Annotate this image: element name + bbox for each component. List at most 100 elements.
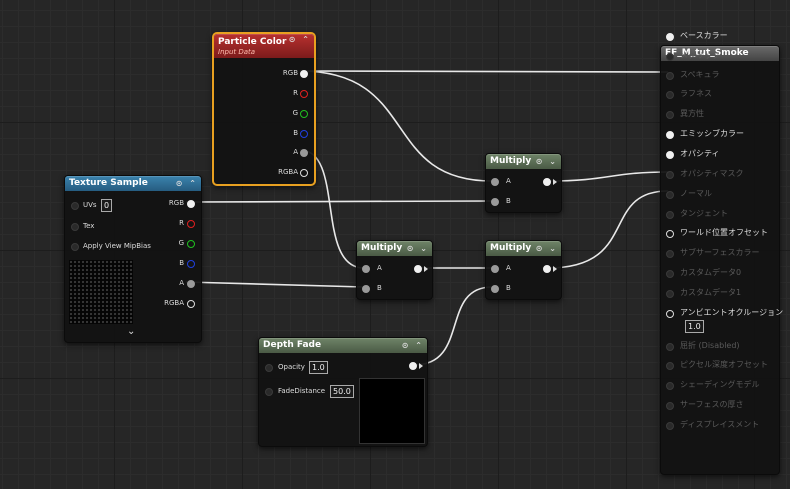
output-pin-g[interactable] xyxy=(300,110,308,118)
output-pin-rgba[interactable] xyxy=(300,169,308,177)
result-input-pin[interactable] xyxy=(666,250,674,258)
input-label: B xyxy=(506,197,511,205)
node-header-buttons[interactable]: ⊙ ⌄ xyxy=(407,241,429,256)
chevron-down-icon[interactable]: ⌄ xyxy=(127,326,135,337)
output-pin[interactable] xyxy=(543,265,551,273)
result-input-label: 異方性 xyxy=(680,109,704,118)
output-pin-rgb[interactable] xyxy=(300,70,308,78)
multiply-header[interactable]: Multiply ⊙ ⌄ xyxy=(486,241,561,256)
result-header[interactable]: EF_M_tut_Smoke xyxy=(661,46,779,61)
input-pin-fade-distance[interactable] xyxy=(265,388,273,396)
depth-fade-node[interactable]: Depth Fade ⊙ ⌃ Opacity 1.0 FadeDistance … xyxy=(258,337,428,447)
multiply-node-3[interactable]: Multiply ⊙ ⌄ A B xyxy=(485,240,562,300)
result-input-pin[interactable] xyxy=(666,230,674,238)
input-pin-a[interactable] xyxy=(491,178,499,186)
input-pin-uvs[interactable] xyxy=(71,202,79,210)
input-pin-opacity[interactable] xyxy=(265,364,273,372)
input-label: A xyxy=(506,264,511,272)
node-title: Multiply xyxy=(490,243,532,253)
fade-distance-value-box[interactable]: 50.0 xyxy=(330,385,354,398)
result-input-pin[interactable] xyxy=(666,402,674,410)
result-input-pin[interactable] xyxy=(666,91,674,99)
multiply-header[interactable]: Multiply ⊙ ⌄ xyxy=(486,154,561,169)
output-pin-r[interactable] xyxy=(187,220,195,228)
result-input-label: エミッシブカラー xyxy=(680,129,744,138)
result-input-pin[interactable] xyxy=(666,270,674,278)
result-input-pin[interactable] xyxy=(666,171,674,179)
node-subtitle: Input Data xyxy=(218,48,256,56)
result-input-pin[interactable] xyxy=(666,33,674,41)
result-input-label: オパシティ xyxy=(680,149,720,158)
texture-sample-header[interactable]: Texture Sample ⊙ ⌃ xyxy=(65,176,201,191)
result-input-label: ベースカラー xyxy=(680,31,728,40)
result-input-label: タンジェント xyxy=(680,209,728,218)
result-input-pin[interactable] xyxy=(666,343,674,351)
output-pin-a[interactable] xyxy=(187,280,195,288)
opacity-value-box[interactable]: 1.0 xyxy=(309,361,328,374)
output-pin-rgba[interactable] xyxy=(187,300,195,308)
output-pin-r[interactable] xyxy=(300,90,308,98)
depth-fade-header[interactable]: Depth Fade ⊙ ⌃ xyxy=(259,338,427,353)
wire-tex-a-to-multiply2-b xyxy=(185,281,365,288)
result-input-pin[interactable] xyxy=(666,53,674,61)
output-pin[interactable] xyxy=(543,178,551,186)
output-pin-b[interactable] xyxy=(300,130,308,138)
node-title: Particle Color xyxy=(218,37,287,47)
wire-tex-rgb-to-multiply1-b xyxy=(185,200,493,203)
output-pin[interactable] xyxy=(409,362,417,370)
output-label: G xyxy=(178,239,184,247)
node-header-buttons[interactable]: ⊙ ⌄ xyxy=(536,154,558,169)
particle-color-header[interactable]: Particle Color Input Data ⊙ ⌃ xyxy=(214,34,314,58)
multiply-node-2[interactable]: Multiply ⊙ ⌄ A B xyxy=(356,240,433,300)
result-input-pin[interactable] xyxy=(666,211,674,219)
result-input-pin[interactable] xyxy=(666,382,674,390)
result-input-label: 屈折 (Disabled) xyxy=(680,341,740,350)
input-pin-a[interactable] xyxy=(362,265,370,273)
result-input-pin[interactable] xyxy=(666,151,674,159)
wire-pc-rgb-to-multiply1-a xyxy=(299,70,493,182)
wire-multiply1-to-emissive xyxy=(547,171,669,182)
output-pin[interactable] xyxy=(414,265,422,273)
uvs-value-box[interactable]: 0 xyxy=(101,199,113,212)
output-arrow-icon xyxy=(424,266,428,272)
output-pin-g[interactable] xyxy=(187,240,195,248)
input-pin-a[interactable] xyxy=(491,265,499,273)
result-input-pin[interactable] xyxy=(666,72,674,80)
input-pin-mipbias[interactable] xyxy=(71,243,79,251)
result-input-label: ノーマル xyxy=(680,189,712,198)
input-pin-b[interactable] xyxy=(491,285,499,293)
result-input-pin[interactable] xyxy=(666,191,674,199)
node-header-buttons[interactable]: ⊙ ⌃ xyxy=(176,176,198,191)
node-title: Multiply xyxy=(490,156,532,166)
result-input-pin[interactable] xyxy=(666,362,674,370)
output-pin-rgb[interactable] xyxy=(187,200,195,208)
ambient-occlusion-value-box[interactable]: 1.0 xyxy=(685,320,704,333)
node-title: Multiply xyxy=(361,243,403,253)
multiply-node-1[interactable]: Multiply ⊙ ⌄ A B xyxy=(485,153,562,213)
output-label: R xyxy=(293,89,298,97)
input-pin-b[interactable] xyxy=(362,285,370,293)
multiply-header[interactable]: Multiply ⊙ ⌄ xyxy=(357,241,432,256)
result-input-pin[interactable] xyxy=(666,422,674,430)
result-input-pin[interactable] xyxy=(666,290,674,298)
input-label: Opacity xyxy=(278,363,305,371)
particle-color-node[interactable]: Particle Color Input Data ⊙ ⌃ RGB R G B … xyxy=(212,32,316,186)
input-pin-tex[interactable] xyxy=(71,223,79,231)
node-header-buttons[interactable]: ⊙ ⌄ xyxy=(536,241,558,256)
result-input-pin[interactable] xyxy=(666,310,674,318)
output-pin-a[interactable] xyxy=(300,149,308,157)
result-input-label: サーフェスの厚さ xyxy=(680,400,744,409)
input-pin-b[interactable] xyxy=(491,198,499,206)
result-input-pin[interactable] xyxy=(666,131,674,139)
material-result-node[interactable]: EF_M_tut_Smoke ベースカラー メタリック スペキュラ ラフネス 異方性 エミ… xyxy=(660,31,783,475)
output-arrow-icon xyxy=(419,363,423,369)
result-input-label: メタリック xyxy=(680,51,720,60)
texture-sample-node[interactable]: Texture Sample ⊙ ⌃ UVs 0 Tex Apply View … xyxy=(64,175,202,343)
output-pin-b[interactable] xyxy=(187,260,195,268)
texture-preview-thumbnail xyxy=(69,260,133,324)
result-input-label: カスタムデータ1 xyxy=(680,288,742,297)
node-header-buttons[interactable]: ⊙ ⌃ xyxy=(289,34,311,46)
result-input-label: ラフネス xyxy=(680,89,712,98)
node-header-buttons[interactable]: ⊙ ⌃ xyxy=(402,338,424,353)
result-input-pin[interactable] xyxy=(666,111,674,119)
